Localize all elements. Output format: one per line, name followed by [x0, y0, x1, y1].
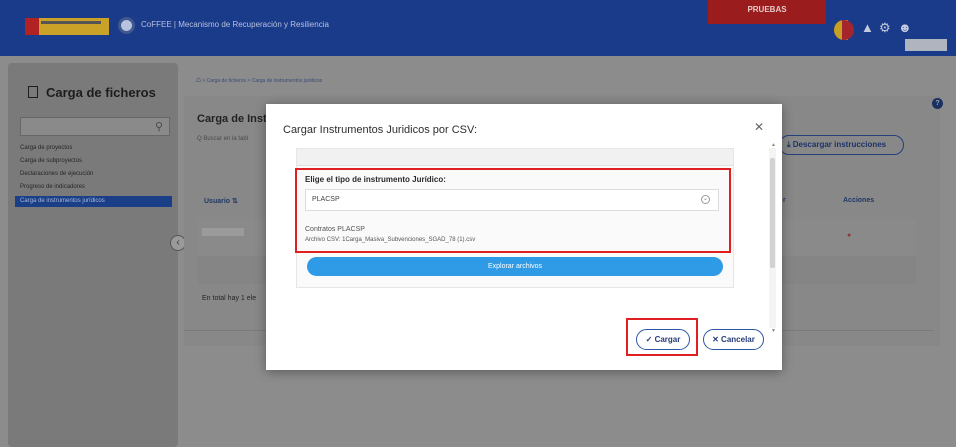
breadcrumb: ⌂ > Carga de ficheros > Carga de instrum… — [196, 75, 322, 84]
total-count-text: En total hay 1 ele — [202, 295, 257, 302]
sidebar-search-input[interactable]: ⚲ — [20, 117, 170, 136]
search-icon: ⚲ — [154, 121, 163, 133]
home-icon[interactable]: ⌂ — [196, 75, 201, 84]
delete-icon[interactable]: ● — [847, 232, 851, 239]
table-search-input[interactable]: Q Buscar en la tabl — [197, 136, 248, 142]
column-header-acciones: Acciones — [843, 197, 875, 204]
cancel-button[interactable]: ✕ Cancelar — [703, 329, 764, 350]
scroll-down-icon[interactable]: ▼ — [771, 328, 776, 334]
sidebar-item-carga-proyectos[interactable]: Carga de proyectos — [20, 145, 176, 151]
scrollbar-thumb[interactable] — [770, 158, 775, 268]
close-icon[interactable]: ✕ — [754, 120, 764, 134]
annotation-highlight-select — [295, 168, 731, 253]
sidebar-item-declaraciones[interactable]: Declaraciones de ejecución — [20, 171, 176, 177]
sidebar-item-carga-subproyectos[interactable]: Carga de subproyectos — [20, 158, 176, 164]
help-icon[interactable]: ? — [932, 98, 943, 109]
user-menu-box[interactable] — [905, 39, 947, 51]
table-cell-user — [202, 228, 244, 236]
modal-title: Cargar Instrumentos Juridicos por CSV: — [283, 124, 477, 136]
breadcrumb-text[interactable]: > Carga de ficheros > Carga de instrumen… — [202, 78, 322, 84]
org-title: CoFFEE | Mecanismo de Recuperación y Res… — [141, 20, 329, 29]
modal-scrollbar[interactable] — [769, 148, 776, 328]
page-title: Carga de Instr — [197, 113, 271, 125]
column-header-usuario[interactable]: Usuario ⇅ — [204, 197, 238, 205]
bell-icon[interactable]: ▲ — [861, 21, 874, 34]
recovery-plan-logo — [834, 20, 854, 40]
environment-badge: PRUEBAS — [708, 0, 826, 24]
user-icon[interactable]: ☻ — [898, 21, 912, 34]
document-icon — [28, 86, 38, 98]
explore-files-button[interactable]: Explorar archivos — [307, 257, 723, 276]
sidebar-item-progreso[interactable]: Progreso de indicadores — [20, 184, 176, 190]
top-bar: CoFFEE | Mecanismo de Recuperación y Res… — [0, 0, 956, 56]
panel-header-strip — [297, 149, 733, 166]
annotation-highlight-cargar — [626, 318, 698, 356]
sidebar-title: Carga de ficheros — [28, 85, 156, 100]
column-header-partial: r — [783, 197, 786, 204]
sidebar: Carga de ficheros ⚲ Carga de proyectos C… — [8, 63, 178, 447]
gear-icon[interactable]: ⚙ — [879, 21, 891, 34]
government-logo — [25, 18, 109, 35]
sidebar-item-instrumentos-juridicos[interactable]: Carga de instrumentos jurídicos — [15, 196, 172, 207]
coffee-logo-icon — [118, 17, 135, 34]
download-instructions-button[interactable]: ⤓ Descargar instrucciones — [779, 135, 904, 155]
